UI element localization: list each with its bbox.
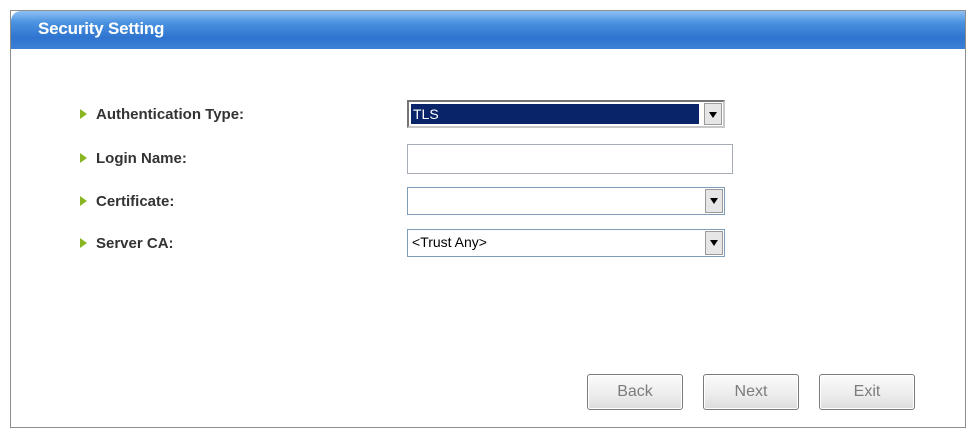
bullet-arrow-icon <box>80 153 87 163</box>
authentication-type-value: TLS <box>411 104 699 124</box>
next-button[interactable]: Next <box>703 374 799 410</box>
login-name-label: Login Name: <box>96 150 187 167</box>
login-name-row: Login Name: <box>11 144 965 174</box>
server-ca-dropdown-button[interactable] <box>705 231 723 255</box>
certificate-label: Certificate: <box>96 193 175 210</box>
server-ca-select[interactable]: <Trust Any> <box>407 229 725 257</box>
page-title: Security Setting <box>38 19 165 38</box>
server-ca-label: Server CA: <box>96 235 174 252</box>
server-ca-row: Server CA: <Trust Any> <box>11 229 965 259</box>
certificate-dropdown-button[interactable] <box>705 189 723 213</box>
chevron-down-icon <box>710 198 718 204</box>
certificate-value <box>410 190 700 212</box>
server-ca-value: <Trust Any> <box>412 234 487 250</box>
bullet-arrow-icon <box>80 238 87 248</box>
authentication-type-dropdown-button[interactable] <box>704 103 722 125</box>
exit-button[interactable]: Exit <box>819 374 915 410</box>
certificate-select[interactable] <box>407 187 725 215</box>
bullet-arrow-icon <box>80 109 87 119</box>
header-bar: Security Setting <box>11 11 965 49</box>
chevron-down-icon <box>709 112 717 118</box>
chevron-down-icon <box>710 240 718 246</box>
certificate-row: Certificate: <box>11 187 965 217</box>
bullet-arrow-icon <box>80 196 87 206</box>
security-setting-window: Security Setting Authentication Type: TL… <box>10 10 966 428</box>
authentication-type-label: Authentication Type: <box>96 106 245 123</box>
authentication-type-row: Authentication Type: TLS <box>11 100 965 130</box>
back-button[interactable]: Back <box>587 374 683 410</box>
login-name-input[interactable] <box>407 144 733 174</box>
authentication-type-select[interactable]: TLS <box>407 100 725 128</box>
